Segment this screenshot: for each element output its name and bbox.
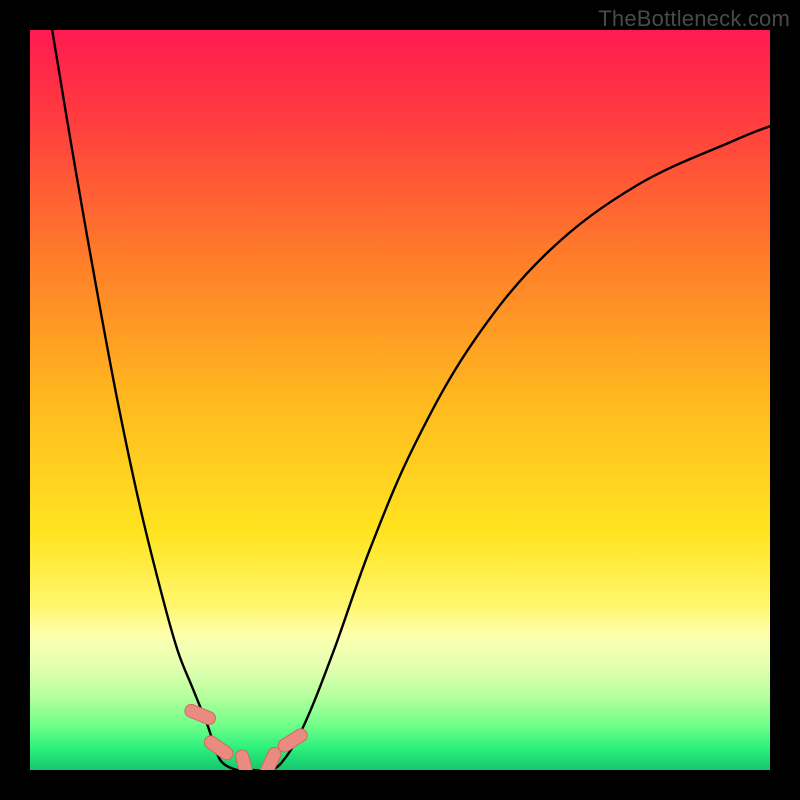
plot-area bbox=[30, 30, 770, 770]
curve-marker bbox=[234, 748, 255, 770]
curve-marker bbox=[276, 726, 310, 754]
chart-curve-layer bbox=[30, 30, 770, 770]
curve-markers bbox=[183, 702, 310, 770]
bottleneck-curve bbox=[52, 30, 770, 770]
chart-frame: TheBottleneck.com bbox=[0, 0, 800, 800]
watermark-text: TheBottleneck.com bbox=[598, 6, 790, 32]
